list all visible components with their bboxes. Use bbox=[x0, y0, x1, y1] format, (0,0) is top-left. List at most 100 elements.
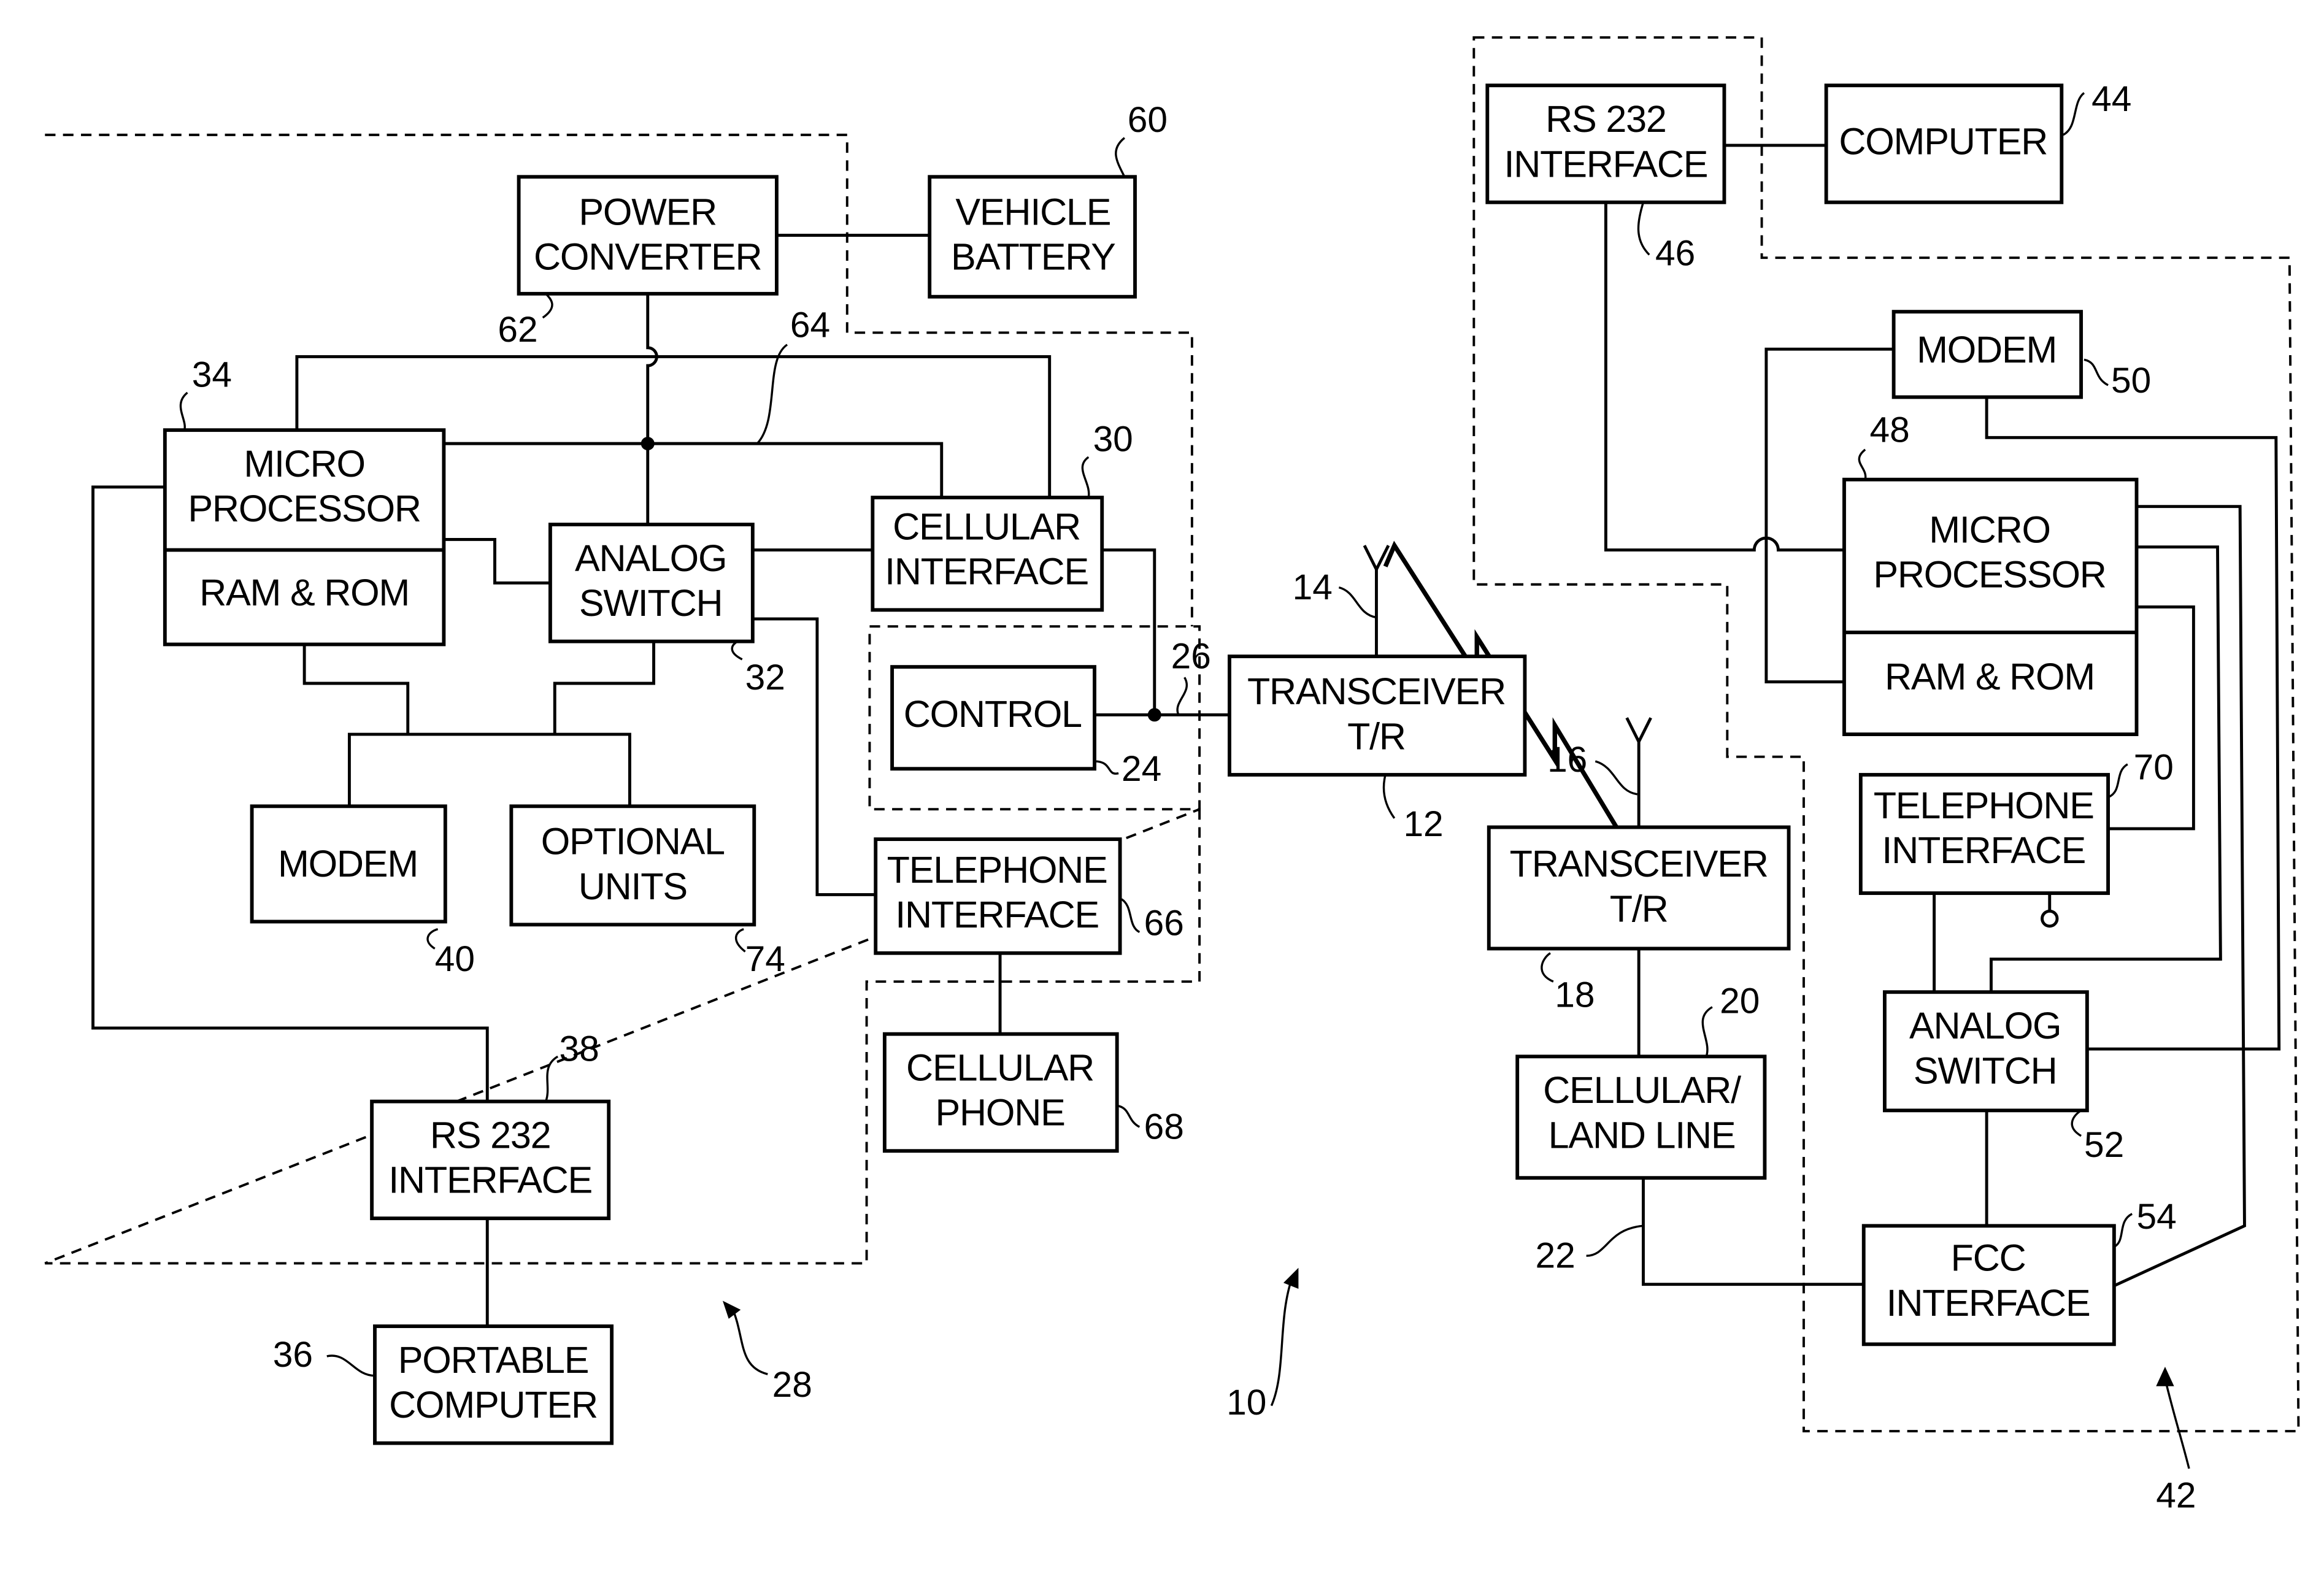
block-label: COMPUTER bbox=[1839, 121, 2047, 163]
wires-left bbox=[91, 234, 1229, 1327]
ref-68: 68 bbox=[1144, 1107, 1184, 1147]
block-label: T/R bbox=[1610, 888, 1668, 929]
block-label: PROCESSOR bbox=[1873, 554, 2106, 596]
ref-60: 60 bbox=[1128, 100, 1168, 140]
block-label: MODEM bbox=[1917, 329, 2057, 371]
ref-62: 62 bbox=[498, 310, 537, 350]
block-control: CONTROL bbox=[890, 665, 1096, 771]
block-telephone-interface-left: TELEPHONE INTERFACE bbox=[874, 837, 1122, 955]
block-sublabel: RAM & ROM bbox=[199, 572, 409, 613]
ref-46: 46 bbox=[1655, 233, 1695, 273]
block-label: TELEPHONE bbox=[1874, 785, 2094, 826]
ref-42: 42 bbox=[2156, 1476, 2196, 1516]
ref-14: 14 bbox=[1293, 567, 1333, 607]
block-label: CONVERTER bbox=[534, 236, 761, 278]
block-label: POWER bbox=[579, 191, 717, 232]
block-label: INTERFACE bbox=[388, 1159, 592, 1201]
block-label: MICRO bbox=[1929, 509, 2050, 550]
ref-44: 44 bbox=[2091, 79, 2131, 119]
ref-48: 48 bbox=[1870, 410, 1910, 450]
ref-32: 32 bbox=[745, 658, 785, 697]
block-label: MODEM bbox=[278, 843, 418, 885]
block-rs232-left: RS 232 INTERFACE bbox=[370, 1099, 611, 1221]
block-label: ANALOG bbox=[1909, 1005, 2061, 1047]
ref-26: 26 bbox=[1171, 637, 1211, 677]
block-cellular-interface: CELLULAR INTERFACE bbox=[871, 496, 1104, 612]
ref-38: 38 bbox=[560, 1029, 599, 1069]
ref-34: 34 bbox=[192, 355, 232, 394]
block-label: TRANSCEIVER bbox=[1247, 670, 1506, 712]
block-label: SWITCH bbox=[1914, 1050, 2057, 1091]
ref-64: 64 bbox=[790, 305, 830, 345]
ref-24: 24 bbox=[1122, 749, 1161, 789]
block-label: INTERFACE bbox=[885, 551, 1088, 593]
block-analog-switch-right: ANALOG SWITCH bbox=[1883, 990, 2089, 1113]
ref-10: 10 bbox=[1226, 1383, 1266, 1423]
block-cellular-land-line: CELLULAR/ LAND LINE bbox=[1515, 1054, 1767, 1180]
ref-70: 70 bbox=[2134, 747, 2174, 787]
block-label: CELLULAR bbox=[906, 1047, 1094, 1088]
block-label: T/R bbox=[1347, 715, 1406, 757]
control-junction bbox=[1147, 708, 1161, 722]
block-transceiver-right: TRANSCEIVER T/R bbox=[1487, 825, 1791, 951]
block-label: INTERFACE bbox=[895, 894, 1099, 935]
block-transceiver-left: TRANSCEIVER T/R bbox=[1228, 655, 1527, 777]
block-label: PHONE bbox=[935, 1092, 1064, 1134]
block-label: PORTABLE bbox=[398, 1339, 589, 1381]
block-modem-right: MODEM bbox=[1891, 310, 2084, 399]
block-label: RS 232 bbox=[1545, 98, 1666, 140]
terminal-icon bbox=[2041, 909, 2059, 928]
block-cellular-phone: CELLULAR PHONE bbox=[882, 1032, 1119, 1153]
block-label: MICRO bbox=[244, 443, 365, 485]
antenna-left-icon bbox=[1363, 545, 1390, 657]
block-label: PROCESSOR bbox=[188, 488, 420, 529]
block-rs232-right: RS 232 INTERFACE bbox=[1485, 83, 1726, 204]
ref-52: 52 bbox=[2084, 1125, 2124, 1165]
block-sublabel: RAM & ROM bbox=[1885, 656, 2095, 697]
ref-30: 30 bbox=[1093, 419, 1133, 459]
block-portable-computer: PORTABLE COMPUTER bbox=[373, 1324, 614, 1445]
block-label: CELLULAR bbox=[893, 505, 1080, 547]
ref-66: 66 bbox=[1144, 903, 1184, 943]
block-fcc-interface: FCC INTERFACE bbox=[1861, 1224, 2116, 1346]
patent-block-diagram: POWER CONVERTER VEHICLE BATTERY MICRO PR… bbox=[44, 36, 2300, 1516]
block-optional-units: OPTIONAL UNITS bbox=[509, 804, 756, 927]
block-label: UNITS bbox=[579, 866, 687, 907]
block-power-converter: POWER CONVERTER bbox=[517, 175, 779, 296]
ref-50: 50 bbox=[2111, 361, 2151, 401]
block-label: INTERFACE bbox=[1882, 829, 2085, 871]
ref-28: 28 bbox=[772, 1365, 812, 1405]
ref-36: 36 bbox=[273, 1335, 313, 1375]
block-label: CELLULAR/ bbox=[1543, 1069, 1741, 1111]
block-telephone-interface-right: TELEPHONE INTERFACE bbox=[1858, 773, 2110, 895]
ref-74: 74 bbox=[745, 939, 785, 979]
block-label: TRANSCEIVER bbox=[1510, 843, 1768, 885]
block-micro-processor-left: MICRO PROCESSOR RAM & ROM bbox=[163, 428, 446, 647]
ref-54: 54 bbox=[2137, 1197, 2177, 1237]
block-label: CONTROL bbox=[904, 693, 1082, 735]
block-micro-processor-right: MICRO PROCESSOR RAM & ROM bbox=[1842, 477, 2139, 736]
antenna-right-icon bbox=[1625, 717, 1652, 828]
block-label: FCC bbox=[1951, 1237, 2026, 1279]
block-vehicle-battery: VEHICLE BATTERY bbox=[928, 175, 1137, 299]
block-label: COMPUTER bbox=[389, 1384, 598, 1426]
block-modem-left: MODEM bbox=[250, 804, 447, 924]
block-label: VEHICLE bbox=[955, 191, 1110, 232]
ref-40: 40 bbox=[435, 939, 475, 979]
block-label: OPTIONAL bbox=[541, 821, 725, 862]
block-label: INTERFACE bbox=[1887, 1282, 2090, 1324]
block-label: BATTERY bbox=[951, 236, 1115, 278]
ref-22: 22 bbox=[1536, 1236, 1576, 1276]
bus-junction bbox=[641, 437, 655, 451]
block-label: TELEPHONE bbox=[887, 849, 1107, 891]
ref-12: 12 bbox=[1403, 804, 1443, 844]
block-analog-switch-left: ANALOG SWITCH bbox=[548, 523, 755, 643]
block-computer: COMPUTER bbox=[1824, 83, 2064, 204]
ref-20: 20 bbox=[1720, 981, 1760, 1021]
block-label: INTERFACE bbox=[1504, 143, 1707, 185]
block-label: LAND LINE bbox=[1549, 1114, 1736, 1156]
ref-16: 16 bbox=[1547, 740, 1587, 780]
block-label: ANALOG bbox=[575, 537, 726, 579]
block-label: SWITCH bbox=[579, 582, 723, 624]
block-label: RS 232 bbox=[430, 1114, 550, 1156]
